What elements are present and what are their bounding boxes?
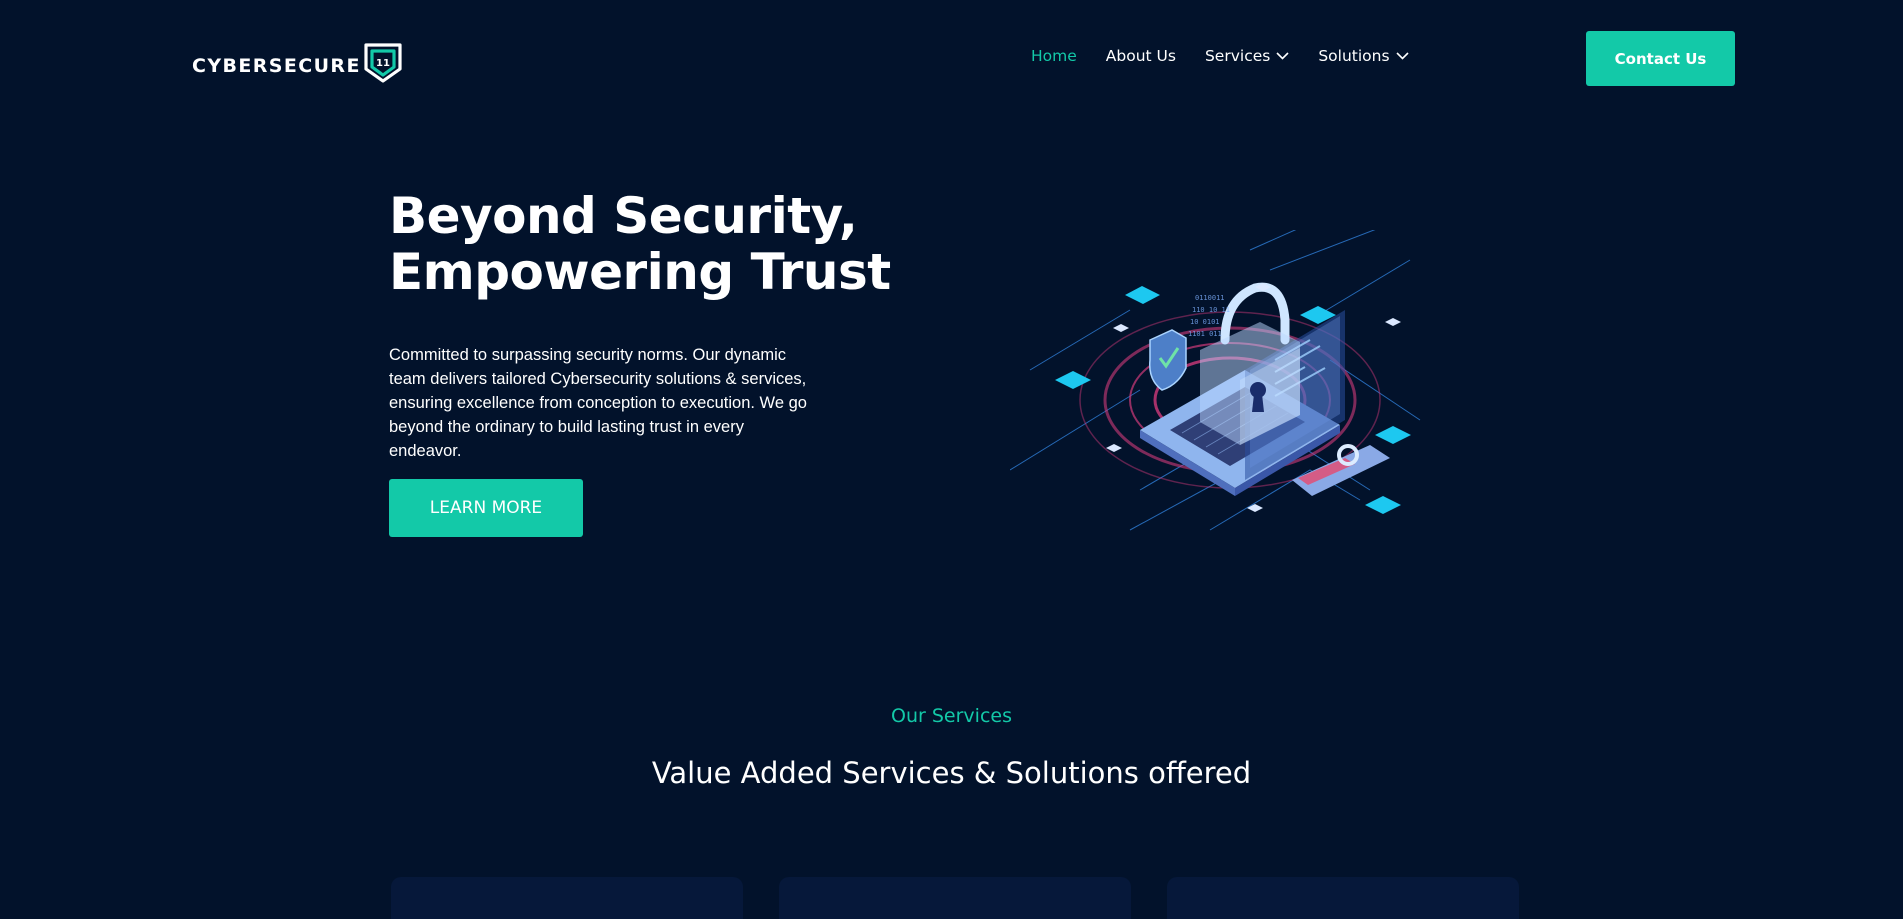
chevron-down-icon <box>1276 52 1289 60</box>
laptop-padlock-security-illustration: 0110011 110 10 11 10 0101 1101 011 <box>1010 230 1421 531</box>
hero-description: Committed to surpassing security norms. … <box>389 346 807 460</box>
nav-item-solutions[interactable]: Solutions <box>1318 47 1409 65</box>
brand-logo[interactable]: CYBERSECURE 11 <box>192 43 403 88</box>
service-card[interactable] <box>1167 877 1519 919</box>
brand-badge: 11 <box>376 58 390 69</box>
nav-item-about-us[interactable]: About Us <box>1106 47 1176 65</box>
nav-item-home-label: Home <box>1031 47 1077 65</box>
hero-title-line1: Beyond Security, <box>389 187 858 245</box>
nav-item-home[interactable]: Home <box>1031 47 1077 65</box>
nav-item-about-label: About Us <box>1105 47 1176 65</box>
nav-item-services-label: Services <box>1204 47 1271 65</box>
services-eyebrow: Our Services <box>891 705 1012 727</box>
main-nav: Home About Us Services Solutions <box>1031 47 1409 65</box>
svg-text:0110011: 0110011 <box>1195 294 1225 302</box>
chevron-down-icon <box>1395 52 1409 60</box>
nav-item-solutions-label: Solutions <box>1318 47 1390 65</box>
site-header: CYBERSECURE 11 Home About Us Services So… <box>0 0 1903 120</box>
hero-title: Beyond Security, Empowering Trust <box>389 188 891 300</box>
hero-title-line2: Empowering Trust <box>389 243 891 301</box>
svg-text:1101 011: 1101 011 <box>1188 330 1222 338</box>
svg-text:10 0101: 10 0101 <box>1190 318 1220 326</box>
service-card[interactable] <box>779 877 1131 919</box>
service-card[interactable] <box>391 877 743 919</box>
shield-logo-icon: 11 <box>364 43 402 83</box>
services-title: Value Added Services & Solutions offered <box>651 756 1252 790</box>
brand-name: CYBERSECURE <box>192 55 361 77</box>
svg-text:110 10 11: 110 10 11 <box>1192 306 1230 314</box>
nav-item-services[interactable]: Services <box>1205 47 1289 65</box>
learn-more-button[interactable]: LEARN MORE <box>389 479 583 537</box>
contact-us-button[interactable]: Contact Us <box>1586 31 1735 86</box>
